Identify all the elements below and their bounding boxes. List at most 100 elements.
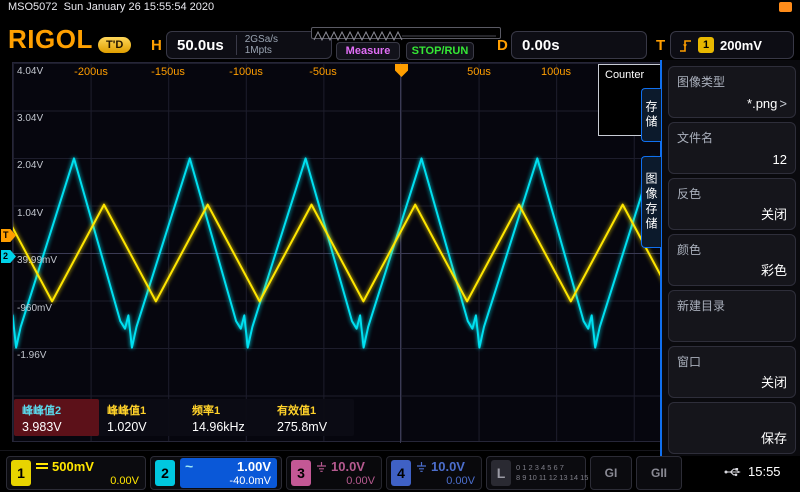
- system-time: 15:55: [748, 464, 781, 479]
- status-bar: MSO5072 Sun January 26 15:55:54 2020: [0, 0, 800, 14]
- channel-4-block[interactable]: 4 10.0V 0.00V: [386, 456, 482, 490]
- stop-run-button[interactable]: STOP/RUN: [406, 42, 474, 60]
- measurement-rms1[interactable]: 有效值1 275.8mV: [269, 399, 354, 436]
- time-label: -50us: [309, 66, 337, 78]
- ground-coupling-icon: [316, 462, 327, 472]
- model-and-date: MSO5072 Sun January 26 15:55:54 2020: [8, 1, 214, 13]
- menu-item-invert[interactable]: 反色 关闭: [668, 178, 796, 230]
- menu-item-image-type[interactable]: 图像类型 *.png>: [668, 66, 796, 118]
- delay-box[interactable]: 0.00s: [511, 31, 647, 59]
- delay-label: D: [497, 37, 508, 54]
- time-label: -150us: [151, 66, 185, 78]
- volt-label: 1.04V: [17, 208, 43, 219]
- channel-4-scale: 10.0V: [431, 459, 465, 474]
- channel-4-offset: 0.00V: [416, 475, 477, 487]
- delay-value: 0.00s: [512, 37, 560, 54]
- la-badge: L: [491, 460, 511, 486]
- generator-2-button[interactable]: GII: [636, 456, 682, 490]
- tab-storage[interactable]: 存储: [641, 88, 661, 142]
- divider: [236, 35, 237, 55]
- measurement-value: 14.96kHz: [192, 420, 261, 434]
- measurement-vpp1[interactable]: 峰峰值1 1.020V: [99, 399, 184, 436]
- time-label: 100us: [541, 66, 571, 78]
- oscilloscope-screen: MSO5072 Sun January 26 15:55:54 2020 RIG…: [0, 0, 800, 492]
- measurement-vpp2[interactable]: 峰峰值2 3.983V: [14, 399, 99, 436]
- menu-item-value: 关闭: [761, 204, 787, 223]
- horizontal-label: H: [151, 37, 162, 54]
- trigger-source-badge: 1: [698, 37, 714, 53]
- trigger-slope-icon: [679, 38, 692, 53]
- tab-image-storage[interactable]: 图像存储: [641, 156, 661, 248]
- volt-label: 2.04V: [17, 160, 43, 171]
- channel-3-badge: 3: [291, 460, 311, 486]
- menu-item-label: 窗口: [677, 353, 701, 370]
- counter-label: Counter: [605, 69, 644, 81]
- menu-item-color[interactable]: 颜色 彩色: [668, 234, 796, 286]
- channel-1-offset: 0.00V: [36, 475, 141, 487]
- la-channels-row1: 0 1 2 3 4 5 6 7: [516, 463, 588, 473]
- channel-2-scale: 1.00V: [237, 459, 271, 474]
- logic-analyzer-block[interactable]: L 0 1 2 3 4 5 6 7 8 9 10 11 12 13 14 15: [486, 456, 586, 490]
- channel-2-offset: -40.0mV: [229, 475, 271, 487]
- menu-item-file-name[interactable]: 文件名 12: [668, 122, 796, 174]
- generator-1-button[interactable]: GI: [590, 456, 632, 490]
- ac-coupling-icon: ~: [185, 458, 193, 474]
- memory-waveform-icon: [312, 31, 500, 41]
- channel-3-block[interactable]: 3 10.0V 0.00V: [286, 456, 382, 490]
- measure-button[interactable]: Measure: [336, 42, 400, 60]
- measurement-value: 3.983V: [22, 420, 91, 434]
- volt-label: 4.04V: [17, 66, 43, 77]
- sample-rate: 2GSa/s: [245, 34, 278, 45]
- menu-item-new-directory[interactable]: 新建目录: [668, 290, 796, 342]
- channel-4-badge: 4: [391, 460, 411, 486]
- volt-label: -1.96V: [17, 350, 46, 361]
- notification-icon: [779, 2, 792, 12]
- channel-2-block[interactable]: 2 ~ 1.00V -40.0mV: [150, 456, 282, 490]
- measurement-label: 峰峰值1: [107, 402, 176, 418]
- rigol-logo: RIGOL: [8, 24, 93, 55]
- measurement-value: 1.020V: [107, 420, 176, 434]
- volt-label: 3.04V: [17, 113, 43, 124]
- menu-item-value: 12: [773, 152, 787, 167]
- channel-1-scale: 500mV: [52, 459, 94, 474]
- timebase-box[interactable]: 50.0us 2GSa/s 1Mpts: [166, 31, 332, 59]
- usb-icon: [724, 465, 742, 483]
- menu-item-value: 保存: [761, 428, 787, 447]
- channel-3-scale: 10.0V: [331, 459, 365, 474]
- menu-item-label: 图像类型: [677, 73, 725, 90]
- la-channels-row2: 8 9 10 11 12 13 14 15: [516, 473, 588, 483]
- channel-1-block[interactable]: 1 500mV 0.00V: [6, 456, 146, 490]
- volt-label: 39.99mV: [17, 255, 57, 266]
- menu-item-value: 彩色: [761, 260, 787, 279]
- trigger-box[interactable]: 1 200mV: [670, 31, 794, 59]
- timebase-value: 50.0us: [167, 37, 224, 54]
- menu-item-label: 反色: [677, 185, 701, 202]
- dc-coupling-icon: [36, 463, 48, 471]
- channel-2-badge: 2: [155, 460, 175, 486]
- trigger-label: T: [656, 37, 665, 54]
- measurement-label: 峰峰值2: [22, 402, 91, 418]
- memory-position-bar[interactable]: [311, 27, 501, 39]
- measurement-value: 275.8mV: [277, 420, 346, 434]
- trigger-level-value: 200mV: [720, 38, 762, 53]
- menu-item-value: *.png: [747, 96, 777, 111]
- channel-status-bar: 1 500mV 0.00V 2 ~ 1.00V -40.0mV 3 10.0V …: [0, 450, 800, 492]
- storage-menu-panel: 图像类型 *.png> 文件名 12 反色 关闭 颜色 彩色 新建目录 窗口 关…: [660, 60, 800, 456]
- measurement-label: 有效值1: [277, 402, 346, 418]
- menu-item-value: 关闭: [761, 372, 787, 391]
- trigger-status-badge: T'D: [98, 37, 131, 53]
- menu-item-label: 新建目录: [677, 297, 725, 314]
- time-label: 50us: [467, 66, 491, 78]
- ground-coupling-icon: [416, 462, 427, 472]
- menu-item-save[interactable]: 保存: [668, 402, 796, 454]
- measurement-freq1[interactable]: 频率1 14.96kHz: [184, 399, 269, 436]
- volt-label: -960mV: [17, 303, 52, 314]
- submenu-arrow-icon: >: [779, 96, 787, 111]
- menu-item-window[interactable]: 窗口 关闭: [668, 346, 796, 398]
- time-label: -100us: [229, 66, 263, 78]
- menu-item-label: 颜色: [677, 241, 701, 258]
- header-toolbar: RIGOL T'D H 50.0us 2GSa/s 1Mpts Measure …: [0, 14, 800, 62]
- menu-item-label: 文件名: [677, 129, 713, 146]
- channel-1-badge: 1: [11, 460, 31, 486]
- memory-depth: 1Mpts: [245, 45, 278, 56]
